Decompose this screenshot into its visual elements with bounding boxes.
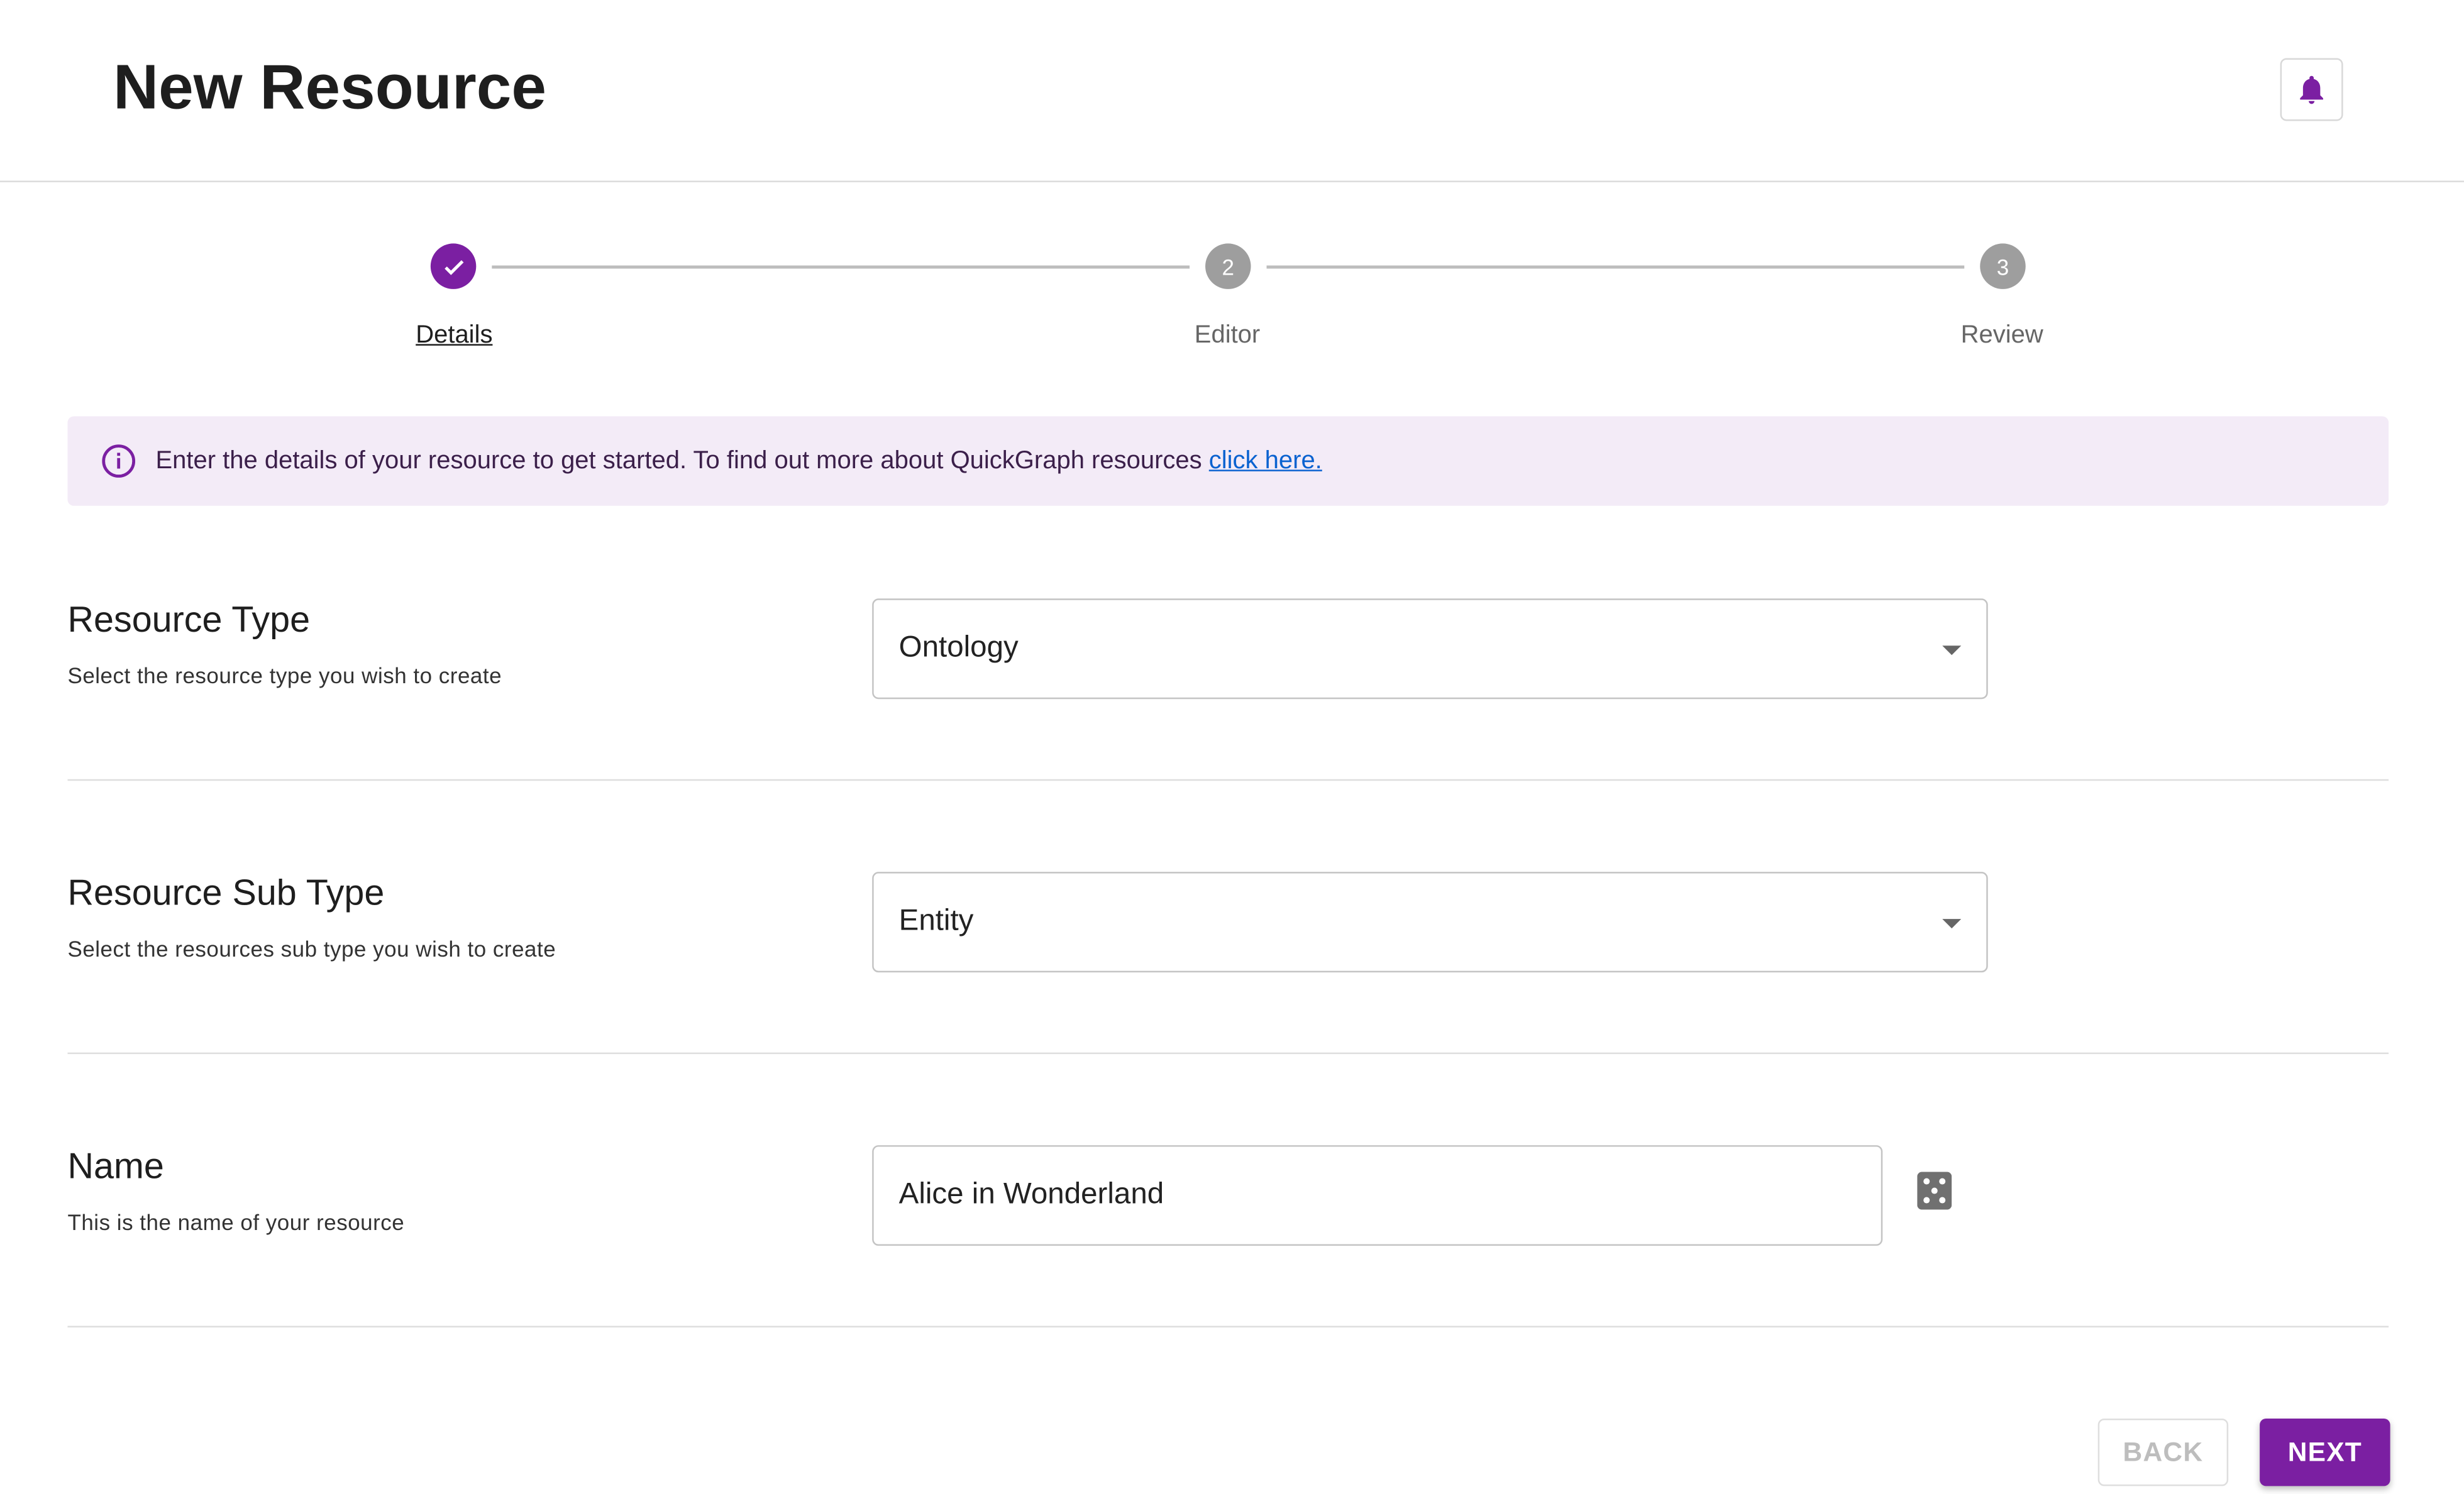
name-value: Alice in Wonderland	[898, 1178, 1164, 1212]
step-review-label[interactable]: Review	[1845, 322, 2159, 350]
click-here-link[interactable]: click here.	[1209, 447, 1322, 473]
page-header: New Resource	[0, 0, 2464, 182]
page-title: New Resource	[113, 53, 546, 123]
alert-message: Enter the details of your resource to ge…	[155, 447, 1322, 475]
resource-sub-type-title: Resource Sub Type	[67, 872, 385, 913]
resource-type-value: Ontology	[898, 631, 1019, 665]
back-button[interactable]: BACK	[2097, 1418, 2229, 1486]
resource-sub-type-subtitle: Select the resources sub type you wish t…	[67, 936, 556, 962]
name-subtitle: This is the name of your resource	[67, 1209, 405, 1235]
step-details-label[interactable]: Details	[297, 322, 611, 350]
info-alert: Enter the details of your resource to ge…	[67, 416, 2389, 506]
new-resource-page: New Resource 2 3 Details Editor Review E…	[0, 0, 2464, 1494]
step-connector	[1266, 265, 1965, 269]
resource-type-title: Resource Type	[67, 598, 311, 640]
next-button[interactable]: NEXT	[2260, 1418, 2390, 1486]
step-details-completed[interactable]	[430, 243, 477, 289]
step-editor-number[interactable]: 2	[1205, 243, 1251, 289]
chevron-down-icon	[1942, 919, 1962, 929]
resource-sub-type-value: Entity	[898, 904, 974, 938]
resource-type-subtitle: Select the resource type you wish to cre…	[67, 662, 502, 688]
divider	[67, 1052, 2389, 1055]
step-connector	[492, 265, 1190, 269]
notifications-button[interactable]	[2280, 58, 2343, 121]
step-review-number[interactable]: 3	[1980, 243, 2026, 289]
chevron-down-icon	[1942, 645, 1962, 656]
bell-icon	[2300, 75, 2323, 104]
divider	[67, 779, 2389, 781]
name-input[interactable]: Alice in Wonderland	[872, 1145, 1883, 1246]
resource-type-select[interactable]: Ontology	[872, 598, 1988, 700]
step-editor-label[interactable]: Editor	[1070, 322, 1384, 350]
name-title: Name	[67, 1145, 164, 1187]
random-name-button[interactable]	[1917, 1172, 1952, 1217]
alert-text: Enter the details of your resource to ge…	[155, 447, 1202, 474]
info-icon	[102, 444, 136, 478]
divider	[67, 1326, 2389, 1327]
resource-sub-type-select[interactable]: Entity	[872, 872, 1988, 973]
dice-icon	[1917, 1172, 1952, 1210]
check-icon	[443, 259, 463, 275]
